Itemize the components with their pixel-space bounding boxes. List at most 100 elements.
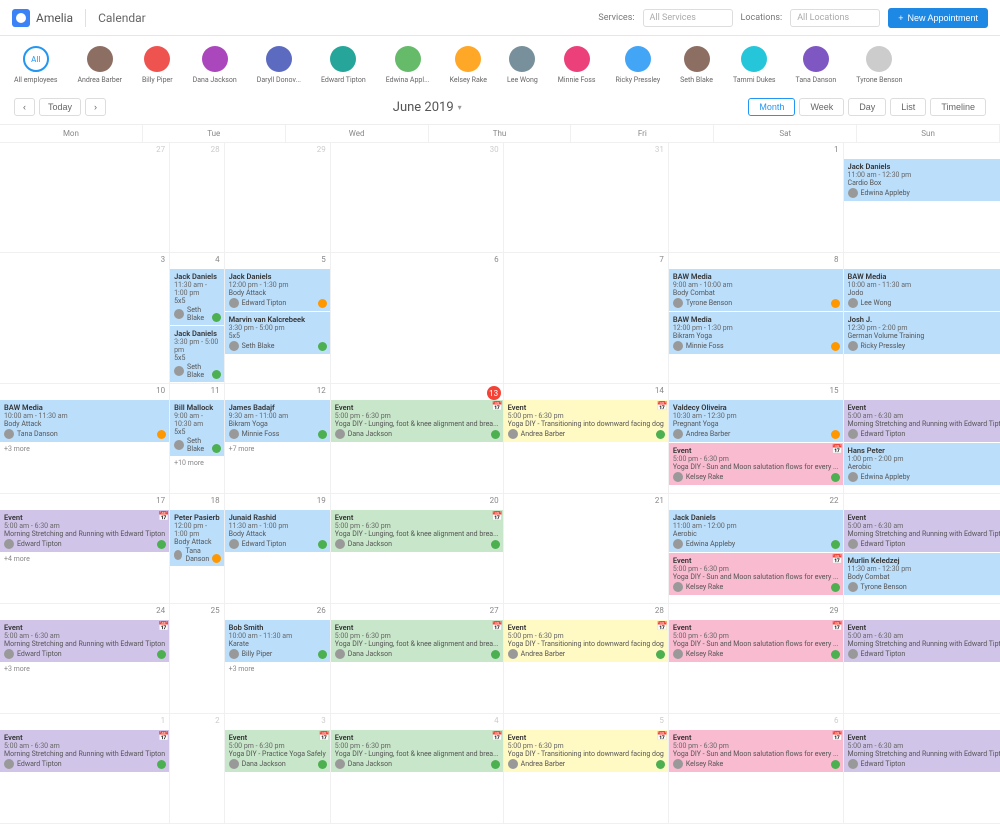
- calendar-event[interactable]: Event5:00 am - 6:30 amMorning Stretching…: [844, 400, 1000, 442]
- employee-filter-1[interactable]: Andrea Barber: [77, 46, 122, 84]
- calendar-cell[interactable]: 11Bill Mallock9:00 am - 10:30 am5x5Seth …: [170, 384, 224, 494]
- more-events-link[interactable]: +3 more: [0, 663, 169, 675]
- calendar-event[interactable]: Event5:00 pm - 6:30 pmYoga DIY - Transit…: [504, 730, 668, 772]
- calendar-cell[interactable]: 7: [504, 253, 669, 384]
- calendar-event[interactable]: Junaid Rashid11:30 am - 1:00 pmBody Atta…: [225, 510, 330, 552]
- calendar-cell[interactable]: 23Event5:00 am - 6:30 amMorning Stretchi…: [844, 494, 1000, 604]
- calendar-cell[interactable]: 5Jack Daniels12:00 pm - 1:30 pmBody Atta…: [225, 253, 331, 384]
- employee-filter-10[interactable]: Ricky Pressley: [616, 46, 661, 84]
- calendar-event[interactable]: Valdecy Oliveira10:30 am - 12:30 pmPregn…: [669, 400, 843, 442]
- calendar-cell[interactable]: 19Junaid Rashid11:30 am - 1:00 pmBody At…: [225, 494, 331, 604]
- calendar-event[interactable]: Event5:00 am - 6:30 amMorning Stretching…: [0, 620, 169, 662]
- calendar-cell[interactable]: 7Event5:00 am - 6:30 amMorning Stretchin…: [844, 714, 1000, 824]
- calendar-event[interactable]: Hans Peter1:00 pm - 2:00 pmAerobicEdwina…: [844, 443, 1000, 485]
- employee-filter-12[interactable]: Tammi Dukes: [733, 46, 776, 84]
- calendar-event[interactable]: Event5:00 pm - 6:30 pmYoga DIY - Sun and…: [669, 620, 843, 662]
- calendar-cell[interactable]: 6: [331, 253, 504, 384]
- more-events-link[interactable]: +7 more: [225, 443, 330, 455]
- calendar-cell[interactable]: 10BAW Media10:00 am - 11:30 amBody Attac…: [0, 384, 170, 494]
- employee-filter-2[interactable]: Billy Piper: [142, 46, 173, 84]
- view-button-month[interactable]: Month: [748, 98, 795, 116]
- calendar-cell[interactable]: 18Peter Pasierb12:00 pm - 1:00 pmBody At…: [170, 494, 224, 604]
- calendar-event[interactable]: Jack Daniels11:00 am - 12:30 pmCardio Bo…: [844, 159, 1000, 201]
- next-button[interactable]: ›: [85, 98, 106, 116]
- calendar-cell[interactable]: 8BAW Media9:00 am - 10:00 amBody CombatT…: [669, 253, 844, 384]
- calendar-event[interactable]: Event5:00 pm - 6:30 pmYoga DIY - Lunging…: [331, 730, 503, 772]
- calendar-cell[interactable]: 16Event5:00 am - 6:30 amMorning Stretchi…: [844, 384, 1000, 494]
- view-button-day[interactable]: Day: [848, 98, 886, 116]
- more-events-link[interactable]: +10 more: [170, 457, 223, 469]
- calendar-event[interactable]: Marvin van Kalcrebeek3:30 pm - 5:00 pm5x…: [225, 312, 330, 354]
- employee-filter-13[interactable]: Tana Danson: [796, 46, 837, 84]
- calendar-event[interactable]: Event5:00 am - 6:30 amMorning Stretching…: [844, 620, 1000, 662]
- calendar-event[interactable]: Bob Smith10:00 am - 11:30 amKarateBilly …: [225, 620, 330, 662]
- calendar-cell[interactable]: 21: [504, 494, 669, 604]
- calendar-event[interactable]: Event5:00 am - 6:30 amMorning Stretching…: [844, 730, 1000, 772]
- calendar-cell[interactable]: 4Jack Daniels11:30 am - 1:00 pm5x5Seth B…: [170, 253, 224, 384]
- calendar-event[interactable]: Event5:00 pm - 6:30 pmYoga DIY - Sun and…: [669, 553, 843, 595]
- calendar-cell[interactable]: 28Event5:00 pm - 6:30 pmYoga DIY - Trans…: [504, 604, 669, 714]
- calendar-event[interactable]: Bill Mallock9:00 am - 10:30 am5x5Seth Bl…: [170, 400, 223, 456]
- calendar-cell[interactable]: 6Event5:00 pm - 6:30 pmYoga DIY - Sun an…: [669, 714, 844, 824]
- calendar-cell[interactable]: 26Bob Smith10:00 am - 11:30 amKarateBill…: [225, 604, 331, 714]
- calendar-event[interactable]: Jack Daniels11:00 am - 12:00 pmAerobicEd…: [669, 510, 843, 552]
- calendar-event[interactable]: Murlin Keledzej11:30 am - 12:30 pmBody C…: [844, 553, 1000, 595]
- calendar-cell[interactable]: 24Event5:00 am - 6:30 amMorning Stretchi…: [0, 604, 170, 714]
- today-button[interactable]: Today: [39, 98, 81, 116]
- services-select[interactable]: All Services: [643, 9, 733, 27]
- calendar-cell[interactable]: 14Event5:00 pm - 6:30 pmYoga DIY - Trans…: [504, 384, 669, 494]
- calendar-event[interactable]: BAW Media12:00 pm - 1:30 pmBikram YogaMi…: [669, 312, 843, 354]
- calendar-event[interactable]: BAW Media10:00 am - 11:30 amJodoLee Wong: [844, 269, 1000, 311]
- calendar-event[interactable]: Event5:00 pm - 6:30 pmYoga DIY - Sun and…: [669, 443, 843, 485]
- calendar-cell[interactable]: 31: [504, 143, 669, 253]
- calendar-cell[interactable]: 25: [170, 604, 224, 714]
- calendar-event[interactable]: Jack Daniels3:30 pm - 5:00 pm5x5Seth Bla…: [170, 326, 223, 382]
- calendar-event[interactable]: Event5:00 pm - 6:30 pmYoga DIY - Sun and…: [669, 730, 843, 772]
- more-events-link[interactable]: +4 more: [0, 553, 169, 565]
- calendar-event[interactable]: Jack Daniels12:00 pm - 1:30 pmBody Attac…: [225, 269, 330, 311]
- calendar-event[interactable]: Event5:00 am - 6:30 amMorning Stretching…: [0, 510, 169, 552]
- more-events-link[interactable]: +3 more: [0, 443, 169, 455]
- logo[interactable]: Amelia: [12, 9, 73, 27]
- employee-filter-5[interactable]: Edward Tipton: [321, 46, 366, 84]
- calendar-cell[interactable]: 30Event5:00 am - 6:30 amMorning Stretchi…: [844, 604, 1000, 714]
- calendar-cell[interactable]: 17Event5:00 am - 6:30 amMorning Stretchi…: [0, 494, 170, 604]
- employee-filter-3[interactable]: Dana Jackson: [193, 46, 237, 84]
- calendar-event[interactable]: BAW Media10:00 am - 11:30 amBody AttackT…: [0, 400, 169, 442]
- view-button-week[interactable]: Week: [799, 98, 844, 116]
- employee-filter-9[interactable]: Minnie Foss: [558, 46, 596, 84]
- calendar-event[interactable]: Event5:00 pm - 6:30 pmYoga DIY - Lunging…: [331, 620, 503, 662]
- calendar-event[interactable]: Event5:00 pm - 6:30 pmYoga DIY - Lunging…: [331, 400, 503, 442]
- calendar-event[interactable]: Peter Pasierb12:00 pm - 1:00 pmBody Atta…: [170, 510, 223, 566]
- calendar-cell[interactable]: 13Event5:00 pm - 6:30 pmYoga DIY - Lungi…: [331, 384, 504, 494]
- calendar-cell[interactable]: 12James Badajf9:30 am - 11:00 amBikram Y…: [225, 384, 331, 494]
- employee-filter-6[interactable]: Edwina Appl...: [386, 46, 430, 84]
- calendar-event[interactable]: Jack Daniels11:30 am - 1:00 pm5x5Seth Bl…: [170, 269, 223, 325]
- calendar-cell[interactable]: 3Event5:00 pm - 6:30 pmYoga DIY - Practi…: [225, 714, 331, 824]
- employee-filter-4[interactable]: Daryll Donov...: [257, 46, 301, 84]
- calendar-cell[interactable]: 30: [331, 143, 504, 253]
- calendar-cell[interactable]: 4Event5:00 pm - 6:30 pmYoga DIY - Lungin…: [331, 714, 504, 824]
- calendar-cell[interactable]: 2: [170, 714, 224, 824]
- calendar-event[interactable]: Event5:00 am - 6:30 amMorning Stretching…: [0, 730, 169, 772]
- employee-filter-all[interactable]: AllAll employees: [14, 46, 57, 84]
- prev-button[interactable]: ‹: [14, 98, 35, 116]
- locations-select[interactable]: All Locations: [790, 9, 880, 27]
- calendar-cell[interactable]: 3: [0, 253, 170, 384]
- calendar-event[interactable]: Event5:00 pm - 6:30 pmYoga DIY - Practic…: [225, 730, 330, 772]
- calendar-cell[interactable]: 28: [170, 143, 224, 253]
- calendar-cell[interactable]: 1Event5:00 am - 6:30 amMorning Stretchin…: [0, 714, 170, 824]
- calendar-cell[interactable]: 15Valdecy Oliveira10:30 am - 12:30 pmPre…: [669, 384, 844, 494]
- calendar-cell[interactable]: 27: [0, 143, 170, 253]
- calendar-cell[interactable]: 1: [669, 143, 844, 253]
- employee-filter-8[interactable]: Lee Wong: [507, 46, 538, 84]
- more-events-link[interactable]: +3 more: [225, 663, 330, 675]
- month-label[interactable]: June 2019 ▾: [393, 100, 462, 115]
- calendar-cell[interactable]: 5Event5:00 pm - 6:30 pmYoga DIY - Transi…: [504, 714, 669, 824]
- calendar-event[interactable]: Event5:00 pm - 6:30 pmYoga DIY - Lunging…: [331, 510, 503, 552]
- view-button-timeline[interactable]: Timeline: [930, 98, 986, 116]
- employee-filter-7[interactable]: Kelsey Rake: [450, 46, 487, 84]
- calendar-cell[interactable]: 22Jack Daniels11:00 am - 12:00 pmAerobic…: [669, 494, 844, 604]
- calendar-event[interactable]: Josh J.12:30 pm - 2:00 pmGerman Volume T…: [844, 312, 1000, 354]
- calendar-cell[interactable]: 29Event5:00 pm - 6:30 pmYoga DIY - Sun a…: [669, 604, 844, 714]
